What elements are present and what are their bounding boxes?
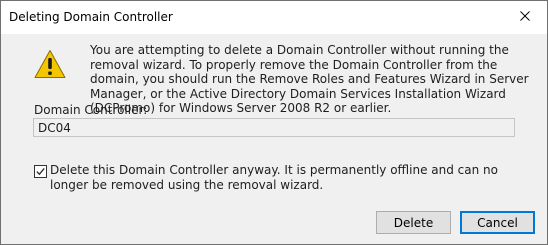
cancel-button[interactable]: Cancel	[460, 211, 535, 234]
domain-controller-label: Domain Controller:	[34, 103, 148, 117]
confirm-delete-option[interactable]: Delete this Domain Controller anyway. It…	[34, 163, 534, 193]
warning-message: You are attempting to delete a Domain Co…	[90, 43, 529, 115]
dialog-title: Deleting Domain Controller	[9, 10, 173, 24]
close-icon	[519, 11, 530, 21]
confirm-delete-checkbox[interactable]	[34, 165, 47, 178]
confirm-delete-label[interactable]: Delete this Domain Controller anyway. It…	[50, 163, 530, 193]
delete-button[interactable]: Delete	[376, 211, 451, 234]
domain-controller-field[interactable]	[33, 118, 515, 137]
close-button[interactable]	[502, 1, 547, 31]
checkmark-icon	[36, 167, 45, 176]
warning-icon	[34, 49, 66, 79]
title-bar[interactable]: Deleting Domain Controller	[1, 1, 547, 34]
dialog-window: Deleting Domain Controller You are attem…	[0, 0, 548, 245]
